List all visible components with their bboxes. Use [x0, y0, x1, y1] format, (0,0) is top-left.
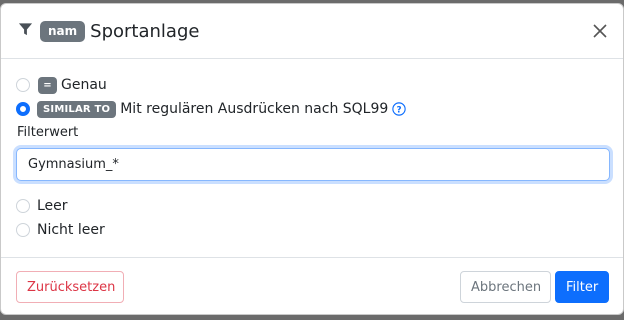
- option-not-empty[interactable]: Nicht leer: [16, 218, 608, 242]
- filter-button[interactable]: Filter: [555, 271, 609, 303]
- filter-value-input[interactable]: [16, 148, 610, 181]
- svg-text:?: ?: [397, 105, 402, 115]
- option-similar[interactable]: SIMILAR TO Mit regulären Ausdrücken nach…: [16, 97, 608, 121]
- option-exact[interactable]: = Genau: [16, 73, 608, 97]
- filter-value-label: Filterwert: [17, 125, 79, 140]
- radio-exact[interactable]: [16, 78, 30, 92]
- radio-empty[interactable]: [16, 199, 30, 213]
- similar-badge: SIMILAR TO: [37, 100, 117, 118]
- dialog-body: = Genau SIMILAR TO Mit regulären Ausdrüc…: [1, 59, 623, 259]
- filter-icon: [18, 22, 33, 35]
- dialog-header: nam Sportanlage: [1, 4, 623, 59]
- field-badge: nam: [40, 20, 86, 42]
- exact-badge: =: [38, 76, 57, 94]
- close-icon: [593, 24, 607, 38]
- dialog-title: Sportanlage: [90, 20, 200, 42]
- option-exact-label: Genau: [61, 77, 107, 93]
- close-button[interactable]: [592, 23, 608, 39]
- question-circle-icon[interactable]: ?: [392, 102, 406, 116]
- option-not-empty-label: Nicht leer: [37, 222, 105, 238]
- option-empty-label: Leer: [37, 198, 68, 214]
- radio-not-empty[interactable]: [16, 223, 30, 237]
- cancel-button[interactable]: Abbrechen: [460, 271, 551, 303]
- dialog-footer: Zurücksetzen Abbrechen Filter: [1, 257, 623, 314]
- option-empty[interactable]: Leer: [16, 194, 608, 218]
- option-similar-label: Mit regulären Ausdrücken nach SQL99: [120, 101, 389, 117]
- radio-similar[interactable]: [16, 102, 30, 116]
- filter-dialog: nam Sportanlage = Genau SIMILAR TO Mit r…: [0, 3, 624, 315]
- reset-button[interactable]: Zurücksetzen: [16, 271, 124, 303]
